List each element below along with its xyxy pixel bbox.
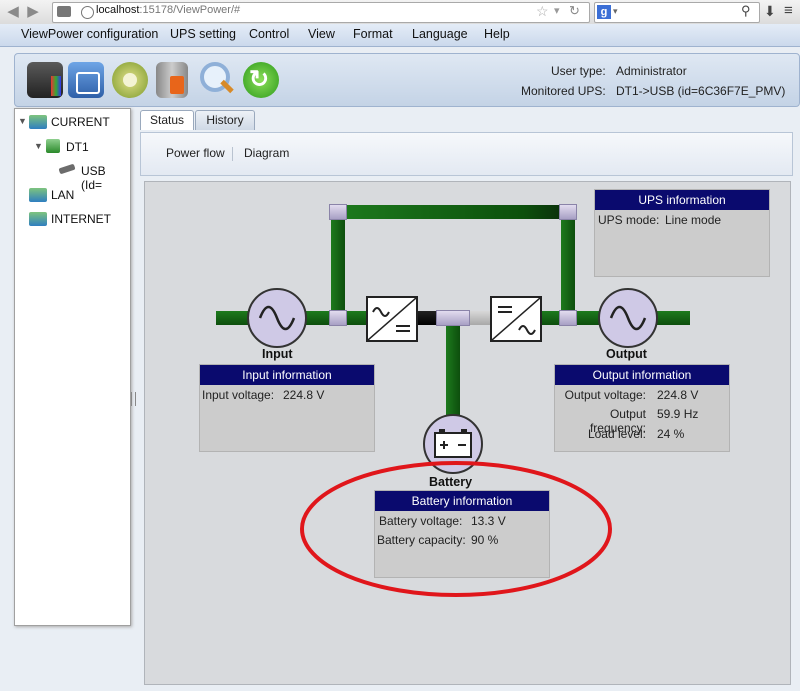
ups-info-panel: UPS information UPS mode: Line mode [594, 189, 770, 277]
ups-info-title: UPS information [595, 190, 769, 210]
load-level-value: 24 % [657, 427, 685, 441]
monitored-ups-value: DT1->USB (id=6C36F7E_PMV) [616, 84, 786, 98]
subtab-power-flow[interactable]: Power flow [166, 146, 225, 160]
tab-status[interactable]: Status [140, 110, 194, 130]
data-log-icon[interactable] [156, 62, 188, 98]
star-icon[interactable]: ☆ [536, 3, 549, 20]
pipe-joint [559, 310, 577, 326]
output-voltage-label: Output voltage: [564, 388, 646, 402]
output-info-panel: Output information Output voltage: 224.8… [554, 364, 730, 452]
network-computer-icon [29, 115, 47, 129]
tree-item-internet[interactable]: INTERNET [51, 212, 111, 226]
battery-pipe [446, 318, 460, 420]
forward-arrow-icon[interactable]: ▶ [24, 3, 42, 21]
tree-item-current[interactable]: CURRENT [51, 115, 110, 129]
menu-control[interactable]: Control [249, 27, 289, 41]
device-tree-panel: ▼ CURRENT ▼ DT1 USB (Id= LAN INTERNET [14, 108, 131, 626]
output-voltage-value: 224.8 V [657, 388, 699, 402]
page-grid-icon [57, 6, 71, 17]
chevron-down-icon[interactable]: ▾ [613, 6, 618, 17]
input-info-title: Input information [200, 365, 374, 385]
input-label: Input [262, 347, 293, 361]
search-box[interactable]: g ▾ ⚲ [594, 2, 760, 23]
output-label: Output [606, 347, 647, 361]
globe-icon [81, 6, 94, 19]
user-type-label: User type: [551, 64, 606, 78]
tree-item-dt1[interactable]: DT1 [66, 140, 89, 154]
reload-icon[interactable]: ↻ [569, 3, 580, 19]
tree-item-lan[interactable]: LAN [51, 188, 74, 202]
pipe-joint [436, 310, 470, 326]
network-computer-icon [29, 212, 47, 226]
tree-item-usb[interactable]: USB (Id= [81, 164, 130, 192]
monitor-icon[interactable] [27, 62, 63, 98]
pipe-joint [559, 204, 577, 220]
input-info-panel: Input information Input voltage: 224.8 V [199, 364, 375, 452]
input-voltage-label: Input voltage: [202, 388, 275, 402]
search-engine-icon[interactable]: g [597, 5, 611, 19]
menu-language[interactable]: Language [412, 27, 468, 41]
ac-output-icon [598, 288, 658, 348]
computer-icon [46, 139, 60, 153]
divider [232, 147, 233, 161]
menu-icon[interactable]: ≡ [784, 2, 793, 19]
inverter-icon [490, 296, 542, 342]
gear-icon[interactable] [112, 62, 148, 98]
expand-toggle-icon[interactable]: ▼ [34, 141, 43, 151]
user-type-value: Administrator [616, 64, 687, 78]
url-text: localhost:15178/ViewPower/# [96, 4, 241, 16]
menu-ups-setting[interactable]: UPS setting [170, 27, 236, 41]
network-computer-icon [29, 188, 47, 202]
tab-history[interactable]: History [195, 110, 255, 130]
bypass-right-pipe [561, 212, 575, 318]
highlight-ellipse [300, 461, 612, 597]
load-level-label: Load level: [587, 427, 646, 441]
settings-tools-icon[interactable] [68, 62, 104, 98]
ac-input-icon [247, 288, 307, 348]
splitter-handle[interactable] [131, 392, 136, 406]
subtab-diagram[interactable]: Diagram [244, 146, 289, 160]
bypass-top-pipe [338, 205, 570, 219]
download-icon[interactable]: ⬇ [764, 3, 776, 20]
usb-plug-icon [58, 163, 76, 175]
pipe-joint [329, 204, 347, 220]
rectifier-icon [366, 296, 418, 342]
pipe-joint [329, 310, 347, 326]
menu-viewpower-configuration[interactable]: ViewPower configuration [21, 27, 158, 41]
sub-tab-bar: Power flow Diagram [140, 132, 793, 176]
dropdown-arrow-icon[interactable]: ▾ [554, 4, 560, 17]
magnifier-icon[interactable] [198, 62, 234, 98]
browser-toolbar: ◀ ▶ localhost:15178/ViewPower/# ☆ ▾ ↻ g … [0, 0, 800, 25]
menu-bar: ViewPower configuration UPS setting Cont… [0, 24, 800, 47]
ups-mode-label: UPS mode: [598, 213, 660, 227]
expand-toggle-icon[interactable]: ▼ [18, 116, 27, 126]
bypass-left-pipe [331, 212, 345, 318]
output-info-title: Output information [555, 365, 729, 385]
input-voltage-value: 224.8 V [283, 388, 325, 402]
back-arrow-icon[interactable]: ◀ [4, 3, 22, 21]
refresh-icon[interactable]: ↻ [243, 62, 279, 98]
menu-view[interactable]: View [308, 27, 335, 41]
menu-format[interactable]: Format [353, 27, 393, 41]
output-frequency-value: 59.9 Hz [657, 407, 699, 421]
ups-mode-value: Line mode [665, 213, 722, 227]
monitored-ups-label: Monitored UPS: [521, 84, 606, 98]
menu-help[interactable]: Help [484, 27, 510, 41]
search-icon[interactable]: ⚲ [741, 3, 751, 19]
